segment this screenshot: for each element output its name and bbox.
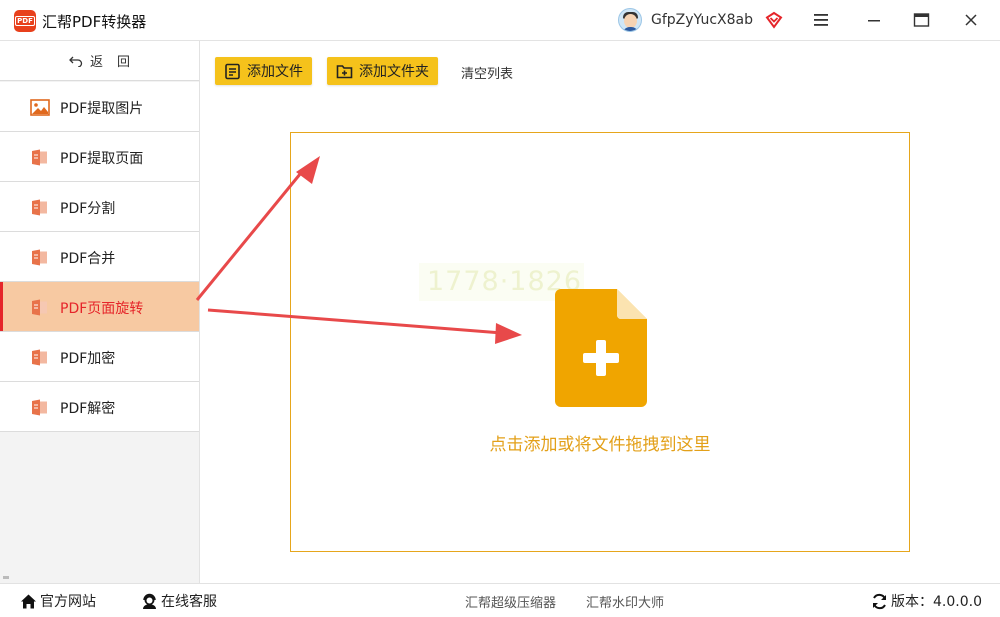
maximize-icon[interactable] — [913, 12, 930, 28]
sidebar-scrollbar[interactable] — [3, 576, 9, 579]
home-icon — [21, 594, 36, 608]
sidebar-item-label: PDF分割 — [60, 201, 116, 217]
sidebar-item-extract-pages[interactable]: PDF提取页面 — [0, 132, 199, 182]
close-icon[interactable] — [963, 12, 979, 28]
footer-bar: 官方网站 在线客服 汇帮超级压缩器 汇帮水印大师 版本：4.0.0.0 — [0, 583, 1000, 617]
sidebar-item-label: PDF页面旋转 — [60, 301, 144, 317]
menu-icon[interactable] — [813, 13, 829, 27]
version-info: 版本：4.0.0.0 — [871, 584, 982, 617]
username[interactable]: GfpZyYucX8ab — [651, 12, 753, 28]
sidebar-item-label: PDF合并 — [60, 251, 116, 267]
online-support-link[interactable]: 在线客服 — [141, 584, 217, 617]
add-file-label: 添加文件 — [247, 64, 303, 80]
add-folder-button[interactable]: 添加文件夹 — [327, 57, 438, 85]
pdf-file-icon — [32, 149, 47, 166]
vip-diamond-icon[interactable] — [765, 11, 783, 29]
refresh-icon[interactable] — [871, 593, 888, 610]
pdf-file-icon — [32, 349, 47, 366]
watermark-master-link[interactable]: 汇帮水印大师 — [586, 584, 664, 617]
pdf-file-icon — [32, 399, 47, 416]
compressor-link[interactable]: 汇帮超级压缩器 — [465, 584, 556, 617]
folder-plus-icon — [336, 64, 353, 78]
sidebar-item-extract-images[interactable]: PDF提取图片 — [0, 82, 199, 132]
official-site-link[interactable]: 官方网站 — [20, 584, 96, 617]
avatar[interactable] — [618, 8, 642, 32]
sidebar-item-label: PDF解密 — [60, 401, 116, 417]
add-file-button[interactable]: 添加文件 — [215, 57, 312, 85]
pdf-file-icon — [32, 299, 47, 316]
clear-list-button[interactable]: 清空列表 — [461, 63, 513, 82]
back-label: 返回 — [89, 55, 144, 70]
pdf-file-icon — [32, 199, 47, 216]
official-site-label: 官方网站 — [40, 594, 96, 610]
sidebar-item-label: PDF提取图片 — [60, 101, 144, 117]
add-file-icon — [555, 289, 647, 407]
nav-list: PDF提取图片 PDF提取页面 PDF分割 PDF合并 PDF页面旋转 PDF加… — [0, 82, 199, 432]
back-arrow-icon — [69, 56, 83, 67]
sidebar-item-encrypt[interactable]: PDF加密 — [0, 332, 199, 382]
file-list-icon — [225, 63, 240, 79]
sidebar-item-split[interactable]: PDF分割 — [0, 182, 199, 232]
minimize-icon[interactable] — [866, 12, 882, 28]
sidebar-item-label: PDF加密 — [60, 351, 116, 367]
file-drop-zone[interactable]: 1778·1826 点击添加或将文件拖拽到这里 — [290, 132, 910, 552]
app-logo-icon: PDF — [14, 10, 36, 32]
sidebar-item-merge[interactable]: PDF合并 — [0, 232, 199, 282]
version-label: 版本：4.0.0.0 — [891, 594, 982, 610]
back-button[interactable]: 返回 — [0, 41, 199, 81]
sidebar-item-label: PDF提取页面 — [60, 151, 144, 167]
customer-service-icon — [143, 593, 156, 609]
app-title: 汇帮PDF转换器 — [42, 13, 147, 31]
image-icon — [30, 99, 50, 116]
sidebar-item-rotate-pages[interactable]: PDF页面旋转 — [0, 282, 199, 332]
title-bar: PDF 汇帮PDF转换器 GfpZyYucX8ab — [0, 0, 1000, 41]
add-folder-label: 添加文件夹 — [359, 64, 429, 80]
pdf-file-icon — [32, 249, 47, 266]
online-support-label: 在线客服 — [161, 594, 217, 610]
drop-hint-text: 点击添加或将文件拖拽到这里 — [489, 435, 711, 455]
sidebar: 返回 PDF提取图片 PDF提取页面 PDF分割 PDF合并 PDF页面旋转 P… — [0, 41, 200, 583]
sidebar-item-decrypt[interactable]: PDF解密 — [0, 382, 199, 432]
